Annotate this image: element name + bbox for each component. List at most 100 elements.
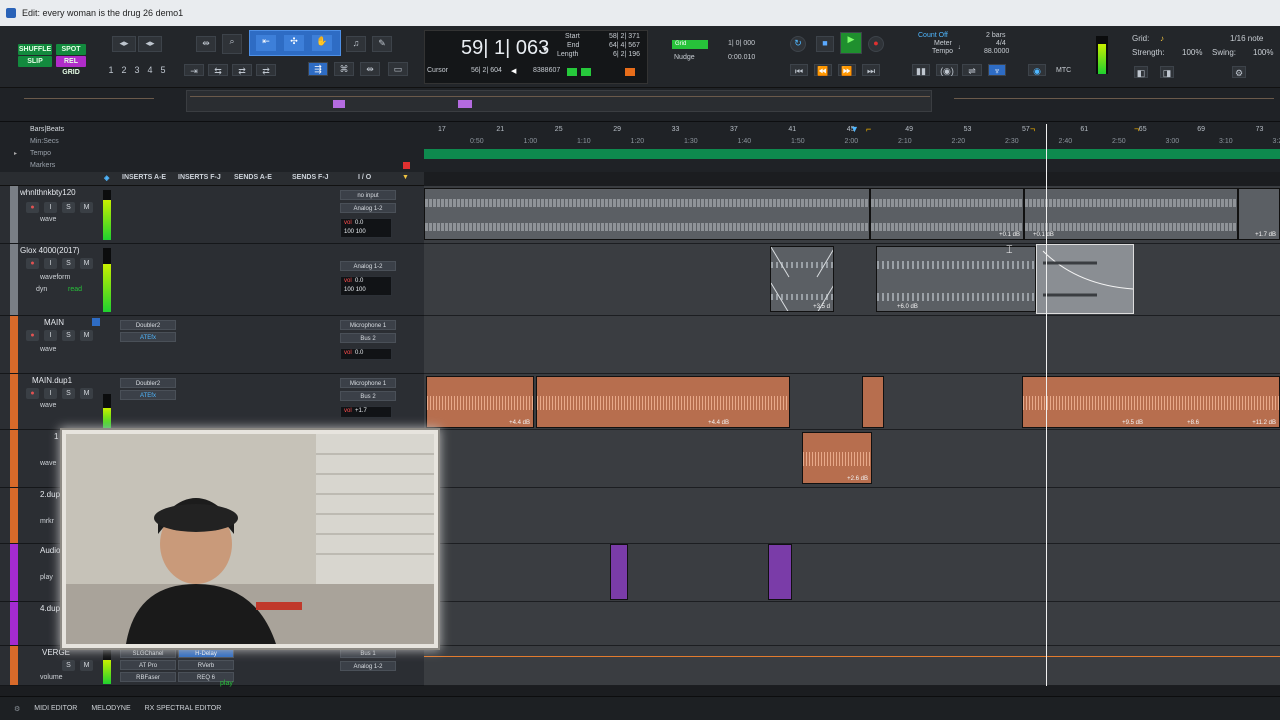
track-header-verge[interactable]: VERGE S M volume SLGChanel AT Pro RBFase…	[0, 646, 424, 686]
output-selector[interactable]: Analog 1-2	[340, 661, 396, 671]
tempo-value[interactable]: 88.0000	[984, 48, 1009, 55]
track-name[interactable]: VERGE	[42, 648, 70, 657]
mute-button[interactable]: M	[80, 258, 93, 269]
slip-mode-button[interactable]: SLIP	[18, 56, 52, 67]
trim-tool-icon[interactable]: ⇤	[256, 35, 276, 51]
col-io[interactable]: I / O	[358, 174, 371, 181]
fast-forward-icon[interactable]: ⏩	[838, 64, 856, 76]
audio-clip[interactable]: +3.5 d	[770, 246, 834, 312]
quantize-icon[interactable]: ◧	[1134, 66, 1148, 78]
solo-button[interactable]: S	[62, 660, 75, 671]
overview-visible-area[interactable]	[186, 90, 932, 112]
mute-button[interactable]: M	[80, 660, 93, 671]
main-counter[interactable]: 59| 1| 063	[461, 37, 549, 60]
track-header-whnlthnkbty120[interactable]: whnlthnkbty120 ● I S M wave no input Ana…	[0, 186, 424, 244]
selected-clip[interactable]	[1036, 244, 1134, 314]
track-view-mode[interactable]: mrkr	[40, 518, 54, 525]
wait-note-icon[interactable]: ▮▮	[912, 64, 930, 76]
automation-line[interactable]	[424, 656, 1280, 657]
audio-clip[interactable]: +2.6 dB	[802, 432, 872, 484]
audio-clip[interactable]: +9.5 dB +8.6 +11.2 dB	[1022, 376, 1280, 428]
zoom-preset-1[interactable]: 1	[106, 64, 116, 76]
output-selector[interactable]: Bus 2	[340, 333, 396, 343]
mute-button[interactable]: M	[80, 388, 93, 399]
track-lane-4-dup[interactable]	[424, 602, 1280, 646]
selector-tool-icon[interactable]: ✣	[284, 35, 304, 51]
magnify-icon[interactable]: ⌕	[222, 34, 242, 54]
track-view-mode[interactable]: wave	[40, 216, 56, 223]
track-view-mode[interactable]: volume	[40, 674, 63, 681]
metronome-icon[interactable]: ♩	[958, 44, 965, 51]
quantize-settings-icon[interactable]: ◨	[1160, 66, 1174, 78]
solo-button[interactable]: S	[62, 388, 75, 399]
input-monitor-button[interactable]: I	[44, 388, 57, 399]
ruler-tempo[interactable]: Tempo	[30, 150, 51, 157]
audio-clip[interactable]: +0.1 dB	[1024, 188, 1238, 240]
tab-to-transient-icon[interactable]: ⇥	[184, 64, 204, 76]
keyboard-focus-icon[interactable]: ⇶	[308, 62, 328, 76]
input-monitor-button[interactable]: I	[44, 330, 57, 341]
bottom-settings-icon[interactable]: ⚙	[14, 705, 20, 713]
automation-mode[interactable]: read	[68, 286, 82, 293]
input-selector[interactable]: Microphone 1	[340, 378, 396, 388]
grabber-tool-icon[interactable]: ✋	[312, 35, 332, 51]
automation-param[interactable]: dyn	[36, 286, 47, 293]
zoom-in-icon[interactable]: ◂▸	[138, 36, 162, 52]
input-monitor-button[interactable]: I	[44, 202, 57, 213]
stop-button[interactable]: ■	[816, 36, 834, 52]
grid-mode-button[interactable]: REL GRID	[56, 56, 86, 76]
audio-clip[interactable]	[424, 188, 870, 240]
track-header-main-dup1[interactable]: MAIN.dup1 ● I S M wave Doubler2 ATEfx Mi…	[0, 374, 424, 430]
solo-button[interactable]: S	[62, 258, 75, 269]
counter-dropdown-icon[interactable]: ▾	[543, 45, 547, 54]
swing-value[interactable]: 100%	[1253, 48, 1273, 57]
quantize-grid-value[interactable]: 1/16 note	[1230, 34, 1263, 43]
bars-value[interactable]: 2 bars	[986, 32, 1005, 39]
pre-roll-icon[interactable]	[625, 68, 635, 76]
midi-input-icon[interactable]: ♆	[988, 64, 1006, 76]
start-value[interactable]: 58| 2| 371	[609, 33, 640, 40]
rewind-start-icon[interactable]: ⏮	[790, 64, 808, 76]
track-name[interactable]: 1	[54, 432, 58, 441]
insert-slot-b[interactable]: AT Pro	[120, 660, 176, 670]
ruler-min-secs[interactable]: Min:Secs	[30, 138, 59, 145]
track-name[interactable]: Glox 4000(2017)	[20, 246, 80, 255]
insert-slot-a[interactable]: SLGChanel	[120, 648, 176, 658]
scrubber-tool-icon[interactable]: ♫	[346, 36, 366, 52]
track-lane-main[interactable]	[424, 316, 1280, 374]
volume-display[interactable]: vol +1.7	[340, 406, 392, 418]
melodyne-tab[interactable]: MELODYNE	[91, 705, 130, 712]
strength-value[interactable]: 100%	[1182, 48, 1202, 57]
link-track-icon[interactable]: ⇄	[232, 64, 252, 76]
track-header-glox[interactable]: Glox 4000(2017) ● I S M waveform dyn rea…	[0, 244, 424, 316]
track-lane-whnlthnkbty120[interactable]: +0.1 dB +0.1 dB +1.7 dB	[424, 186, 1280, 244]
loop-record-icon[interactable]: ⇌	[962, 64, 982, 76]
midi-editor-tab[interactable]: MIDI EDITOR	[34, 705, 77, 712]
nudge-value[interactable]: 0:00.010	[728, 54, 755, 61]
zoom-preset-3[interactable]: 3	[132, 64, 142, 76]
view-toggle-icon[interactable]: ▭	[388, 62, 408, 76]
length-value[interactable]: 6| 2| 196	[613, 51, 640, 58]
rx-spectral-editor-tab[interactable]: RX SPECTRAL EDITOR	[145, 705, 222, 712]
zoom-preset-2[interactable]: 2	[119, 64, 129, 76]
input-monitor-button[interactable]: I	[44, 258, 57, 269]
meter-value[interactable]: 4/4	[996, 40, 1006, 47]
rewind-icon[interactable]: ⏪	[814, 64, 832, 76]
playhead[interactable]	[1046, 124, 1047, 686]
markers-add-icon[interactable]	[403, 162, 410, 169]
track-view-mode[interactable]: wave	[40, 460, 56, 467]
zoom-out-icon[interactable]: ◂▸	[112, 36, 136, 52]
ruler-bars-beats[interactable]: Bars|Beats	[30, 126, 64, 133]
track-lane-2-dup[interactable]	[424, 488, 1280, 544]
online-icon[interactable]	[581, 68, 591, 76]
volume-display[interactable]: vol 0.0 100 100	[340, 218, 392, 238]
col-sends-fj[interactable]: SENDS F-J	[292, 174, 329, 181]
track-lane-1[interactable]: +2.6 dB	[424, 430, 1280, 488]
insert-slot-a[interactable]: Doubler2	[120, 320, 176, 330]
loop-end-marker[interactable]: ¬	[1134, 124, 1142, 134]
mtc-label[interactable]: MTC	[1056, 67, 1071, 74]
zoom-preset-5[interactable]: 5	[158, 64, 168, 76]
selection-start-marker[interactable]: ⌐	[866, 124, 874, 134]
tempo-expand-icon[interactable]: ▸	[14, 150, 17, 157]
insert-slot-g[interactable]: RVerb	[178, 660, 234, 670]
